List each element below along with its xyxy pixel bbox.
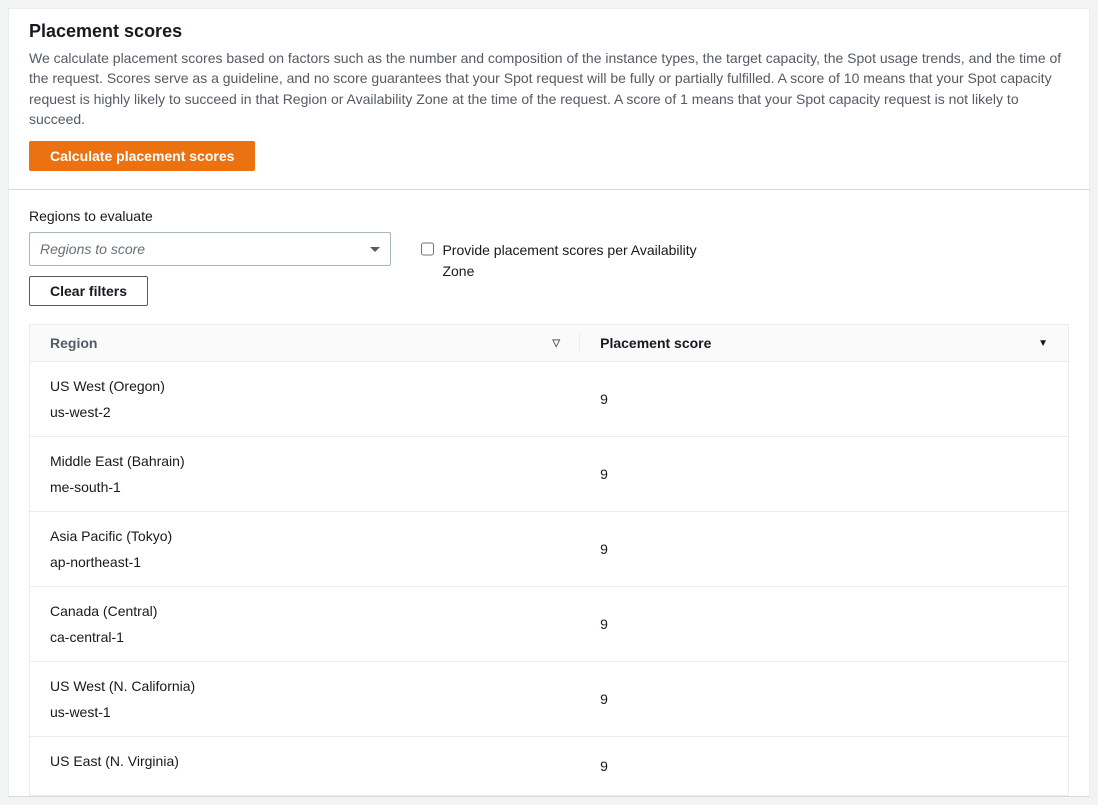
page-description: We calculate placement scores based on f… [29,48,1069,129]
region-name: Asia Pacific (Tokyo) [50,528,560,544]
region-name: US West (Oregon) [50,378,560,394]
regions-evaluate-label: Regions to evaluate [29,208,1069,224]
table-row: US East (N. Virginia) 9 [30,737,1068,796]
table-row: US West (N. California) us-west-1 9 [30,662,1068,737]
score-cell: 9 [580,362,1068,437]
table-row: Canada (Central) ca-central-1 9 [30,587,1068,662]
region-name: Canada (Central) [50,603,560,619]
table-row: US West (Oregon) us-west-2 9 [30,362,1068,437]
region-code: us-west-1 [50,704,560,720]
regions-select[interactable]: Regions to score [29,232,391,266]
regions-select-placeholder: Regions to score [40,241,145,257]
table-row: Middle East (Bahrain) me-south-1 9 [30,437,1068,512]
column-header-region[interactable]: Region ▽ [30,325,580,362]
column-header-score[interactable]: Placement score ▼ [580,325,1068,362]
table-row: Asia Pacific (Tokyo) ap-northeast-1 9 [30,512,1068,587]
calculate-button[interactable]: Calculate placement scores [29,141,255,171]
scores-table: Region ▽ Placement score ▼ [29,324,1069,796]
region-cell: Canada (Central) ca-central-1 [30,587,580,662]
region-code: ap-northeast-1 [50,554,560,570]
score-cell: 9 [580,662,1068,737]
region-code: us-west-2 [50,404,560,420]
region-cell: US East (N. Virginia) [30,737,580,796]
score-cell: 9 [580,587,1068,662]
score-cell: 9 [580,437,1068,512]
page-title: Placement scores [29,21,1069,42]
az-checkbox-wrap[interactable]: Provide placement scores per Availabilit… [421,232,721,282]
region-cell: Asia Pacific (Tokyo) ap-northeast-1 [30,512,580,587]
sort-icon: ▽ [552,338,560,349]
column-header-score-label: Placement score [600,335,711,351]
region-name: Middle East (Bahrain) [50,453,560,469]
caret-down-icon [370,247,380,252]
az-checkbox[interactable] [421,242,434,256]
score-cell: 9 [580,512,1068,587]
region-code: ca-central-1 [50,629,560,645]
score-cell: 9 [580,737,1068,796]
clear-filters-button[interactable]: Clear filters [29,276,148,306]
region-name: US West (N. California) [50,678,560,694]
region-cell: US West (N. California) us-west-1 [30,662,580,737]
region-code: me-south-1 [50,479,560,495]
region-cell: US West (Oregon) us-west-2 [30,362,580,437]
region-cell: Middle East (Bahrain) me-south-1 [30,437,580,512]
column-header-region-label: Region [50,335,97,351]
region-name: US East (N. Virginia) [50,753,560,769]
az-checkbox-label: Provide placement scores per Availabilit… [442,240,721,282]
sort-desc-icon: ▼ [1038,338,1048,349]
